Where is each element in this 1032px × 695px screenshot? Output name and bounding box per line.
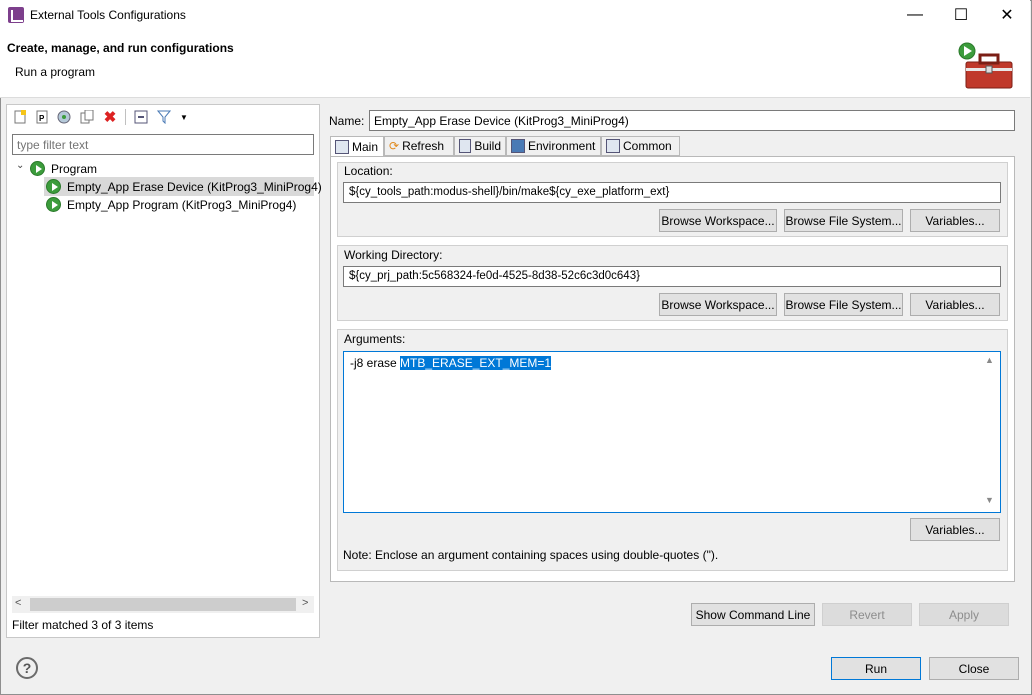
main-tab-icon [335,139,349,154]
tab-build[interactable]: Build [454,136,506,156]
collapse-all-icon[interactable] [133,109,149,125]
tab-label: Environment [528,139,596,153]
working-directory-label: Working Directory: [344,248,443,262]
header-title: Create, manage, and run configurations [7,41,234,55]
scroll-up-icon[interactable]: ▲ [985,355,994,365]
browse-workspace-button[interactable]: Browse Workspace... [659,209,777,232]
program-type-icon [30,161,45,176]
new-prototype-icon[interactable]: P [34,109,50,125]
scrollbar-thumb[interactable] [30,598,296,611]
view-menu-icon[interactable]: ▼ [176,109,192,125]
new-configuration-icon[interactable] [12,109,28,125]
name-label: Name: [329,114,365,128]
tab-environment[interactable]: Environment [506,136,601,156]
filter-icon[interactable] [156,109,172,125]
delete-icon[interactable]: ✖ [102,109,118,126]
launch-config-icon [46,179,61,194]
arguments-selected-text: MTB_ERASE_EXT_MEM=1 [400,356,552,370]
arguments-note: Note: Enclose an argument containing spa… [343,548,719,562]
scroll-left-icon[interactable]: < [15,597,21,609]
location-field[interactable]: ${cy_tools_path:modus-shell}/bin/make${c… [343,182,1001,203]
arguments-variables-button[interactable]: Variables... [910,518,1000,541]
name-field[interactable]: Empty_App Erase Device (KitProg3_MiniPro… [369,110,1015,131]
maximize-button[interactable]: ☐ [938,0,984,30]
close-window-button[interactable]: ✕ [984,0,1030,30]
launch-config-icon [46,197,61,212]
app-icon [8,7,24,23]
scroll-down-icon[interactable]: ▼ [985,495,994,505]
arguments-textarea[interactable]: -j8 erase MTB_ERASE_EXT_MEM=1 [343,351,1001,513]
svg-text:P: P [39,114,45,123]
working-directory-field[interactable]: ${cy_prj_path:5c568324-fe0d-4525-8d38-52… [343,266,1001,287]
run-button[interactable]: Run [831,657,921,680]
arguments-label: Arguments: [344,332,406,346]
tab-label: Refresh [402,139,445,153]
scroll-right-icon[interactable]: > [302,597,308,609]
revert-button[interactable]: Revert [822,603,912,626]
filter-status: Filter matched 3 of 3 items [12,618,154,632]
tab-label: Build [474,139,501,153]
toolbar-separator [125,109,126,125]
tab-label: Common [623,139,672,153]
build-icon [459,139,472,153]
browse-workspace-button[interactable]: Browse Workspace... [659,293,777,316]
minimize-button[interactable]: — [892,0,938,30]
browse-filesystem-button[interactable]: Browse File System... [784,293,903,316]
header-subtitle: Run a program [15,65,96,79]
location-label: Location: [344,164,393,178]
close-button[interactable]: Close [929,657,1019,680]
common-icon [606,139,620,153]
location-variables-button[interactable]: Variables... [910,209,1000,232]
toolbox-icon [958,42,1013,89]
browse-filesystem-button[interactable]: Browse File System... [784,209,903,232]
window-title: External Tools Configurations [30,8,186,22]
tree-item-program[interactable]: Program [51,160,97,178]
tree-item-program-device[interactable]: Empty_App Program (KitProg3_MiniProg4) [67,196,296,214]
tree-item-erase-device[interactable]: Empty_App Erase Device (KitProg3_MiniPro… [67,178,322,196]
refresh-icon: ⟳ [389,139,400,153]
duplicate-icon[interactable] [79,109,95,125]
export-icon[interactable] [56,109,72,125]
environment-icon [511,139,525,153]
apply-button[interactable]: Apply [919,603,1009,626]
show-command-line-button[interactable]: Show Command Line [691,603,815,626]
tab-label: Main [352,139,379,154]
working-directory-variables-button[interactable]: Variables... [910,293,1000,316]
tab-refresh[interactable]: ⟳ Refresh [384,136,454,156]
tab-main[interactable]: Main [330,136,384,157]
tab-common[interactable]: Common [601,136,680,156]
arguments-text: -j8 erase [350,356,401,370]
help-icon[interactable]: ? [16,657,38,679]
filter-input[interactable] [12,134,314,155]
tree-expand-icon[interactable]: ⌄ [16,160,24,171]
